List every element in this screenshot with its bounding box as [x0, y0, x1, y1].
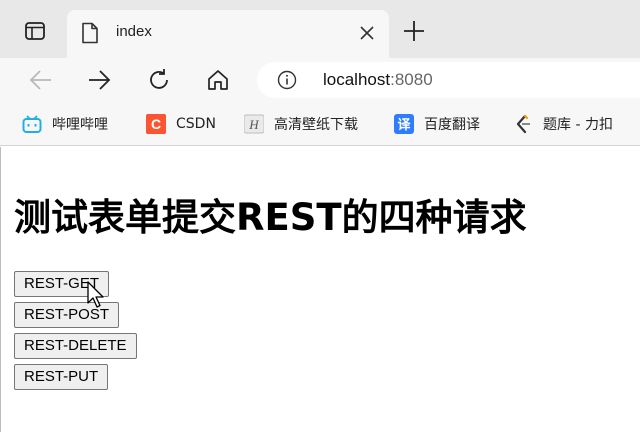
page-heading: 测试表单提交REST的四种请求	[14, 196, 527, 239]
back-arrow-icon[interactable]	[28, 67, 54, 93]
tab-actions-icon	[25, 22, 45, 40]
svg-text:C: C	[151, 116, 161, 132]
address-bar[interactable]: localhost:8080	[257, 62, 640, 98]
rest-put-button[interactable]: REST-PUT	[14, 364, 109, 390]
bookmark-bilibili[interactable]: 哔哩哔哩	[22, 113, 108, 135]
refresh-icon[interactable]	[146, 67, 172, 93]
leetcode-icon	[513, 114, 533, 134]
url-host: localhost	[323, 70, 391, 89]
bookmark-csdn[interactable]: C CSDN	[146, 113, 216, 135]
bookmark-label: 哔哩哔哩	[52, 117, 108, 133]
url-port: :8080	[390, 70, 433, 89]
home-icon[interactable]	[205, 67, 231, 93]
navigation-toolbar: localhost:8080	[0, 58, 640, 102]
csdn-icon: C	[146, 114, 166, 134]
wallpaper-site-icon: H	[244, 114, 264, 134]
workspaces-button[interactable]	[22, 18, 48, 44]
info-icon[interactable]	[277, 70, 297, 90]
rest-post-button[interactable]: REST-POST	[14, 302, 120, 328]
page-content: 测试表单提交REST的四种请求 REST-GET REST-POST REST-…	[0, 147, 640, 432]
bookmark-wallpaper[interactable]: H 高清壁纸下载	[244, 113, 358, 135]
rest-delete-button[interactable]: REST-DELETE	[14, 333, 137, 359]
bookmark-label: CSDN	[176, 116, 216, 132]
bookmark-label: 百度翻译	[424, 117, 480, 133]
bookmark-label: 题库 - 力扣	[543, 117, 613, 133]
bookmark-baidu-translate[interactable]: 译 百度翻译	[394, 113, 480, 135]
tab-strip: index	[0, 0, 640, 58]
bookmark-leetcode[interactable]: 题库 - 力扣	[513, 113, 613, 135]
bookmarks-bar: 哔哩哔哩 C CSDN H 高清壁纸下载 译 百度翻译 题库 - 力扣	[0, 102, 640, 146]
tab-index[interactable]: index	[67, 10, 389, 58]
tab-title: index	[116, 23, 152, 40]
rest-get-button[interactable]: REST-GET	[14, 271, 110, 297]
new-tab-plus-icon[interactable]	[402, 19, 426, 43]
bilibili-icon	[22, 114, 42, 134]
forward-arrow-icon[interactable]	[86, 67, 112, 93]
svg-text:译: 译	[397, 118, 411, 133]
url-text: localhost:8080	[323, 70, 433, 90]
baidu-translate-icon: 译	[394, 114, 414, 134]
bookmark-label: 高清壁纸下载	[274, 117, 358, 133]
svg-text:H: H	[248, 117, 259, 132]
close-icon[interactable]	[358, 24, 376, 42]
browser-window: index localhost:8080 哔哩哔哩 C CSDN H 高清壁纸下…	[0, 0, 640, 432]
document-icon	[82, 22, 98, 44]
